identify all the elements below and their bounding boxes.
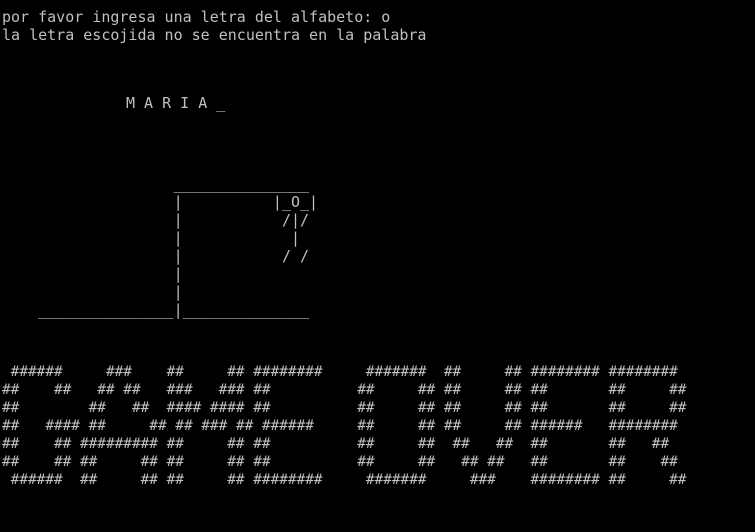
hangman-gallows-art: _______________ | |_O_| | /|/ | | | / / … [38, 175, 319, 319]
game-over-banner: ###### ### ## ## ######## ####### ## ## … [2, 364, 687, 488]
terminal-window: por favor ingresa una letra del alfabeto… [0, 0, 755, 532]
input-prompt: por favor ingresa una letra del alfabeto… [2, 8, 391, 26]
hidden-word-display: M A R I A _ [126, 94, 226, 112]
result-message: la letra escojida no se encuentra en la … [2, 26, 427, 44]
